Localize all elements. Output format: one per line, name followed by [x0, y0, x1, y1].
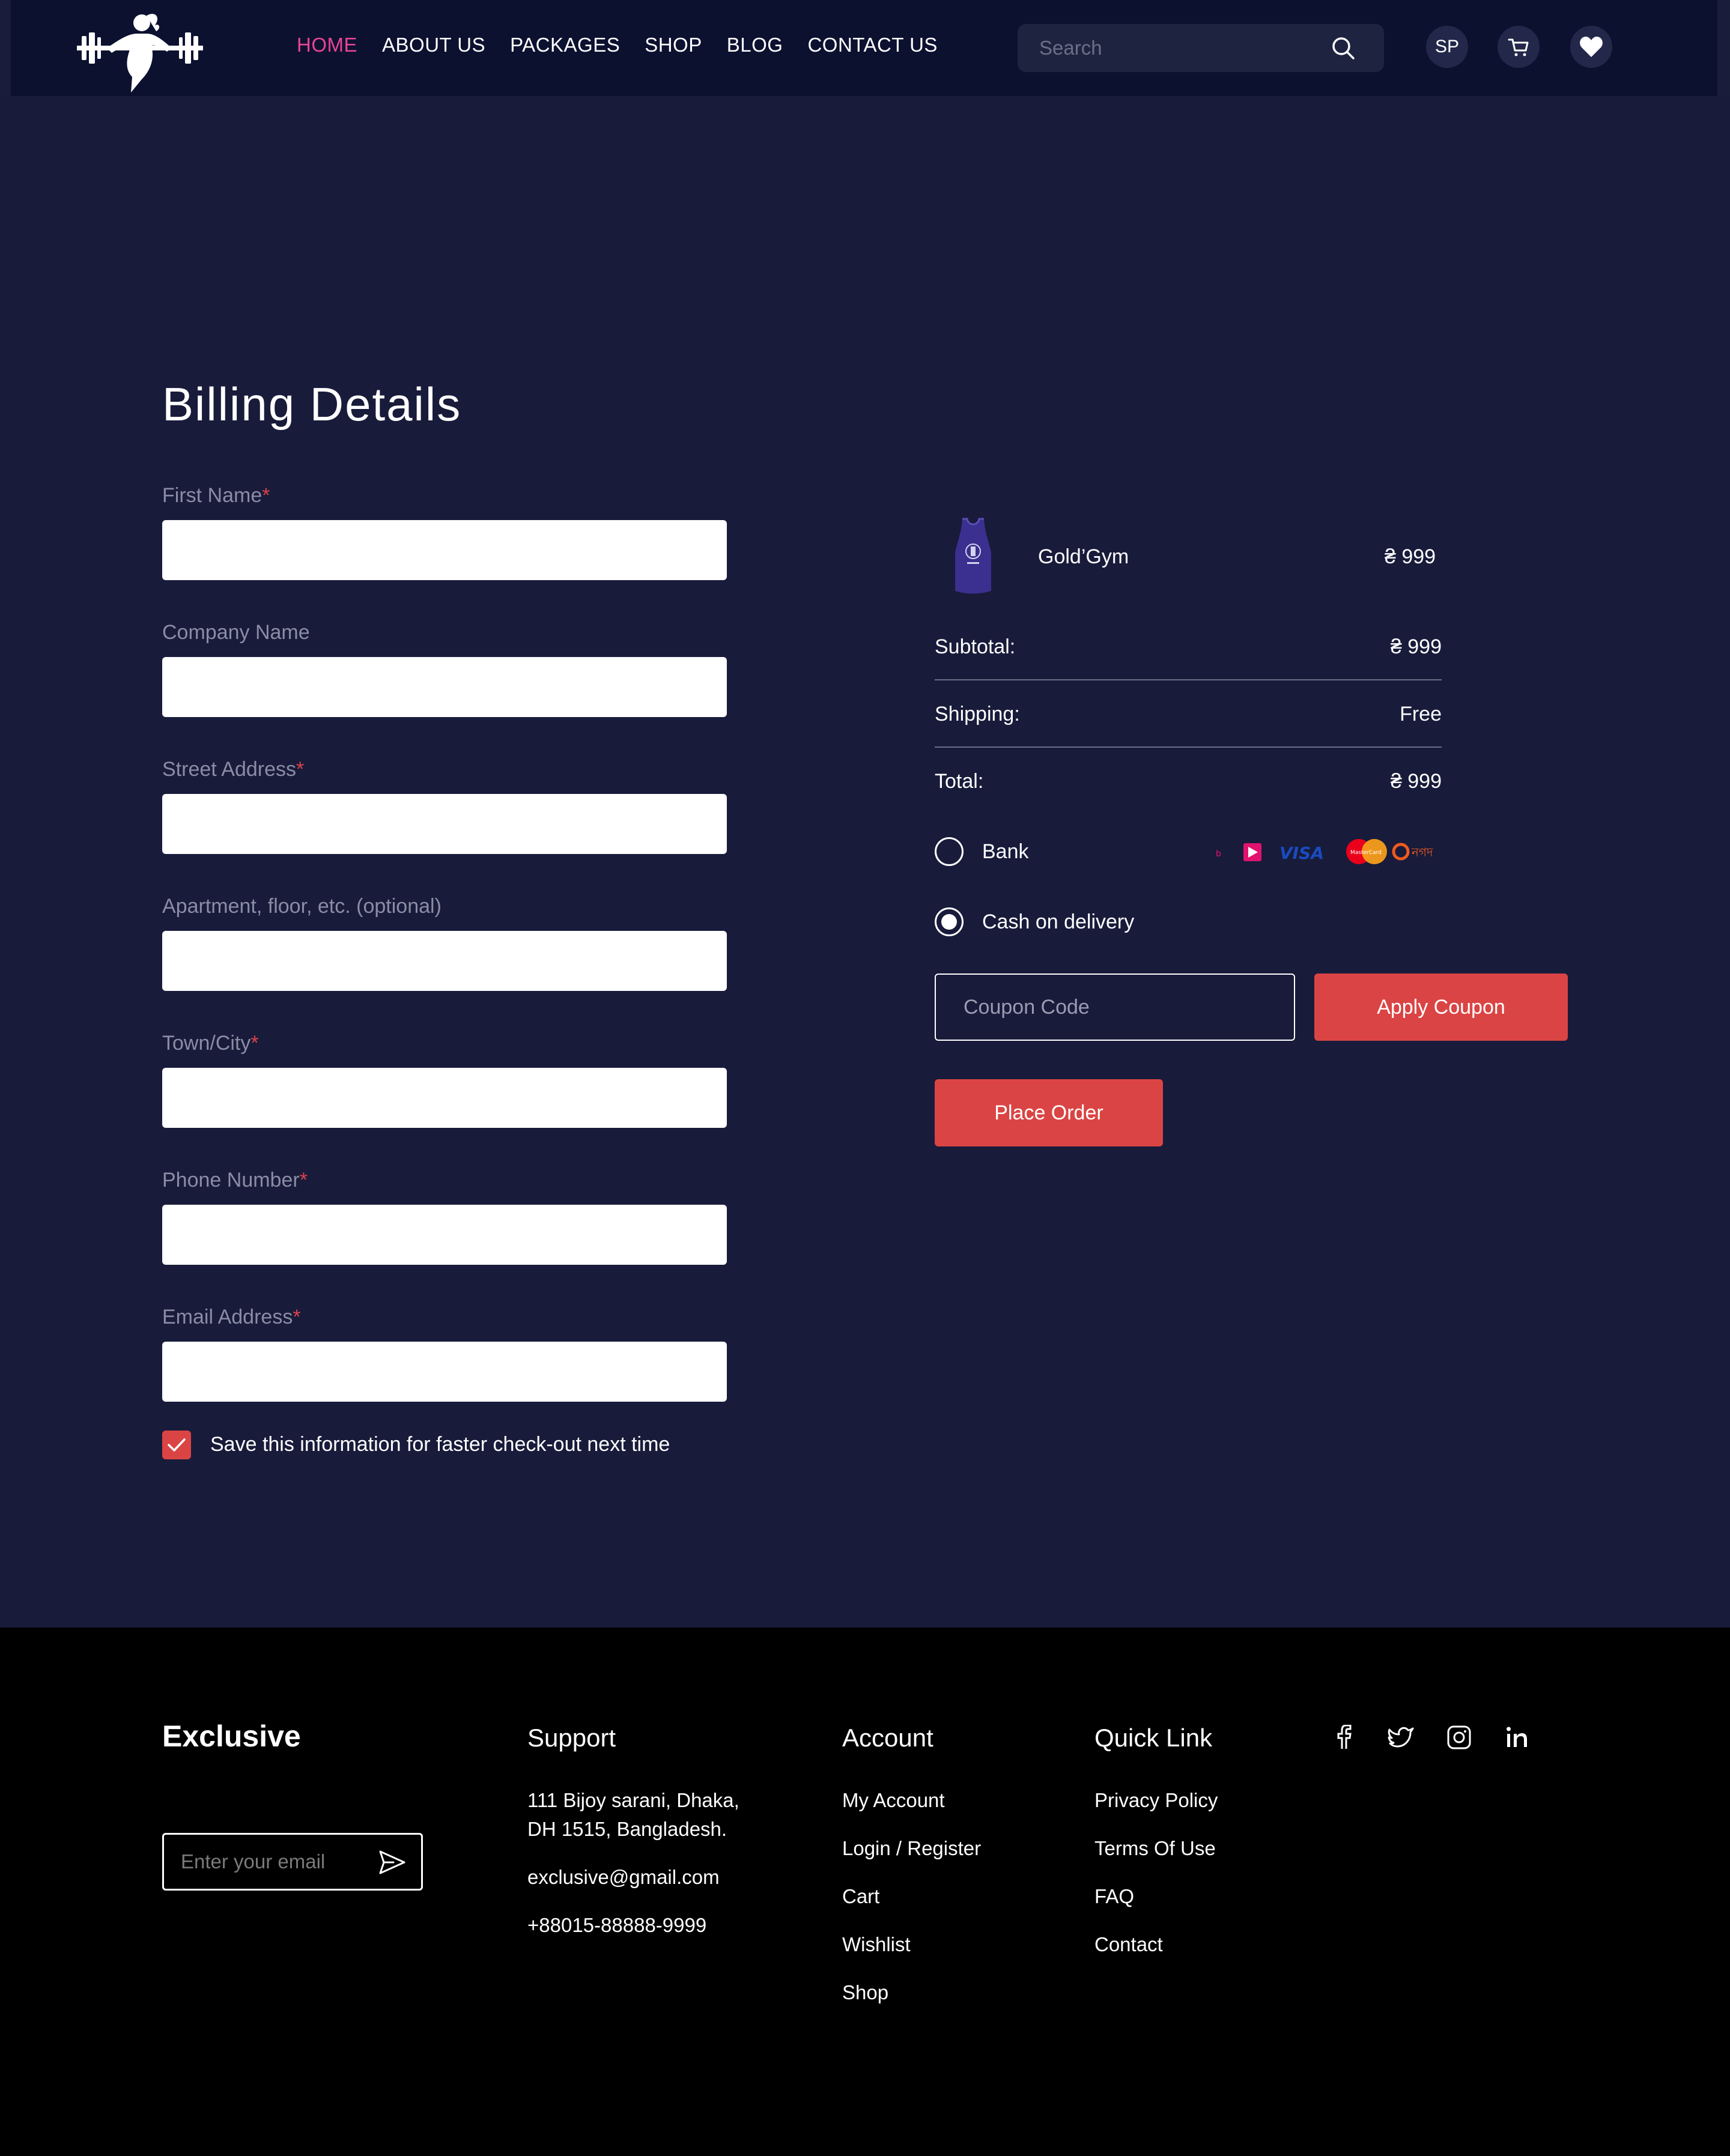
save-info-label: Save this information for faster check-o… — [210, 1433, 670, 1456]
summary-divider — [935, 746, 1442, 748]
nav-blog[interactable]: BLOG — [727, 34, 783, 56]
support-email[interactable]: exclusive@gmail.com — [527, 1863, 720, 1892]
header-edge-right — [1717, 0, 1730, 96]
site-header: HOME ABOUT US PACKAGES SHOP BLOG CONTACT… — [11, 0, 1717, 96]
newsletter-email-input[interactable] — [181, 1835, 373, 1889]
town-city-label: Town/City* — [162, 1032, 259, 1055]
footer-link-contact[interactable]: Contact — [1094, 1930, 1163, 1959]
cash-on-delivery-radio[interactable] — [935, 907, 964, 936]
gym-logo[interactable] — [71, 5, 208, 95]
summary-divider — [935, 679, 1442, 680]
required-mark: * — [262, 484, 270, 507]
main-nav: HOME ABOUT US PACKAGES SHOP BLOG CONTACT… — [297, 34, 962, 56]
svg-text:MasterCard: MasterCard — [1350, 850, 1382, 856]
footer-link-privacy-policy[interactable]: Privacy Policy — [1094, 1786, 1218, 1815]
checkmark-icon — [168, 1438, 186, 1452]
apartment-field[interactable] — [162, 931, 727, 991]
newsletter-box — [162, 1833, 423, 1891]
first-name-label-text: First Name — [162, 484, 263, 507]
nav-contact-us[interactable]: CONTACT US — [807, 34, 937, 56]
email-address-label: Email Address* — [162, 1306, 301, 1329]
svg-text:নগদ: নগদ — [1411, 845, 1433, 859]
header-edge-left — [0, 0, 11, 96]
nav-home[interactable]: HOME — [297, 34, 357, 56]
support-address-line1: 111 Bijoy sarani, Dhaka, — [527, 1789, 739, 1811]
footer-link-my-account[interactable]: My Account — [842, 1786, 945, 1815]
nav-packages[interactable]: PACKAGES — [510, 34, 620, 56]
company-name-label: Company Name — [162, 621, 310, 644]
footer-link-faq[interactable]: FAQ — [1094, 1882, 1134, 1911]
wishlist-button[interactable] — [1570, 26, 1612, 68]
phone-number-field[interactable] — [162, 1205, 727, 1265]
cash-on-delivery-label: Cash on delivery — [982, 910, 1135, 933]
coupon-code-input[interactable] — [935, 974, 1295, 1041]
apartment-label-text: Apartment, floor, etc. (optional) — [162, 895, 442, 918]
product-image — [955, 518, 991, 594]
bank-label: Bank — [982, 840, 1029, 863]
product-name: Gold’Gym — [1038, 545, 1129, 568]
email-address-field[interactable] — [162, 1342, 727, 1402]
quick-link-title: Quick Link — [1094, 1724, 1213, 1752]
apply-coupon-button[interactable]: Apply Coupon — [1314, 974, 1568, 1041]
billing-title: Billing Details — [162, 378, 462, 431]
required-mark: * — [296, 758, 305, 781]
required-mark: * — [250, 1032, 259, 1055]
instagram-icon[interactable] — [1444, 1722, 1474, 1752]
footer-link-cart[interactable]: Cart — [842, 1882, 879, 1911]
cart-icon — [1508, 38, 1529, 56]
bank-radio[interactable] — [935, 837, 964, 866]
footer-link-login-register[interactable]: Login / Register — [842, 1834, 981, 1863]
first-name-field[interactable] — [162, 520, 727, 580]
support-address-line2: DH 1515, Bangladesh. — [527, 1818, 727, 1840]
support-phone[interactable]: +88015-88888-9999 — [527, 1911, 706, 1940]
footer-link-shop[interactable]: Shop — [842, 1978, 888, 2007]
payment-logos: b VISA MasterCard নগদ — [1216, 839, 1433, 864]
shipping-label: Shipping: — [935, 703, 1020, 725]
search-input[interactable] — [1039, 24, 1328, 72]
required-mark: * — [293, 1306, 301, 1328]
product-price: ₴ 999 — [1385, 545, 1436, 568]
company-name-label-text: Company Name — [162, 621, 310, 644]
rocket-icon — [1392, 843, 1410, 861]
visa-icon: VISA — [1279, 843, 1324, 863]
town-city-field[interactable] — [162, 1068, 727, 1128]
facebook-icon[interactable] — [1329, 1722, 1359, 1752]
phone-number-label-text: Phone Number — [162, 1169, 300, 1192]
send-icon[interactable] — [378, 1849, 407, 1876]
linkedin-icon[interactable] — [1502, 1722, 1532, 1752]
support-title: Support — [527, 1724, 616, 1752]
avatar-initials: SP — [1434, 37, 1460, 56]
twitter-icon[interactable] — [1386, 1722, 1416, 1752]
town-city-label-text: Town/City — [162, 1032, 251, 1055]
nav-shop[interactable]: SHOP — [645, 34, 702, 56]
footer-link-terms-of-use[interactable]: Terms Of Use — [1094, 1834, 1216, 1863]
apartment-label: Apartment, floor, etc. (optional) — [162, 895, 442, 918]
footer-link-wishlist[interactable]: Wishlist — [842, 1930, 911, 1959]
bkash-icon: b — [1216, 849, 1221, 859]
total-value: ₴ 999 — [1390, 770, 1442, 793]
footer-brand[interactable]: Exclusive — [162, 1719, 301, 1754]
first-name-label: First Name* — [162, 484, 270, 507]
subtotal-label: Subtotal: — [935, 635, 1016, 658]
street-address-field[interactable] — [162, 794, 727, 854]
required-mark: * — [299, 1169, 308, 1192]
subtotal-value: ₴ 999 — [1390, 635, 1442, 658]
shipping-value: Free — [1400, 703, 1442, 725]
street-address-label-text: Street Address — [162, 758, 297, 781]
total-label: Total: — [935, 770, 984, 793]
nav-about-us[interactable]: ABOUT US — [382, 34, 485, 56]
cart-button[interactable] — [1498, 26, 1540, 68]
search-box — [1018, 24, 1384, 72]
place-order-button[interactable]: Place Order — [935, 1079, 1163, 1146]
street-address-label: Street Address* — [162, 758, 304, 781]
heart-icon — [1580, 37, 1603, 57]
save-info-checkbox[interactable] — [162, 1431, 191, 1459]
email-address-label-text: Email Address — [162, 1306, 293, 1328]
search-icon[interactable] — [1330, 35, 1356, 61]
phone-number-label: Phone Number* — [162, 1169, 308, 1192]
company-name-field[interactable] — [162, 657, 727, 717]
account-title: Account — [842, 1724, 933, 1752]
user-avatar-button[interactable]: SP — [1426, 26, 1468, 68]
